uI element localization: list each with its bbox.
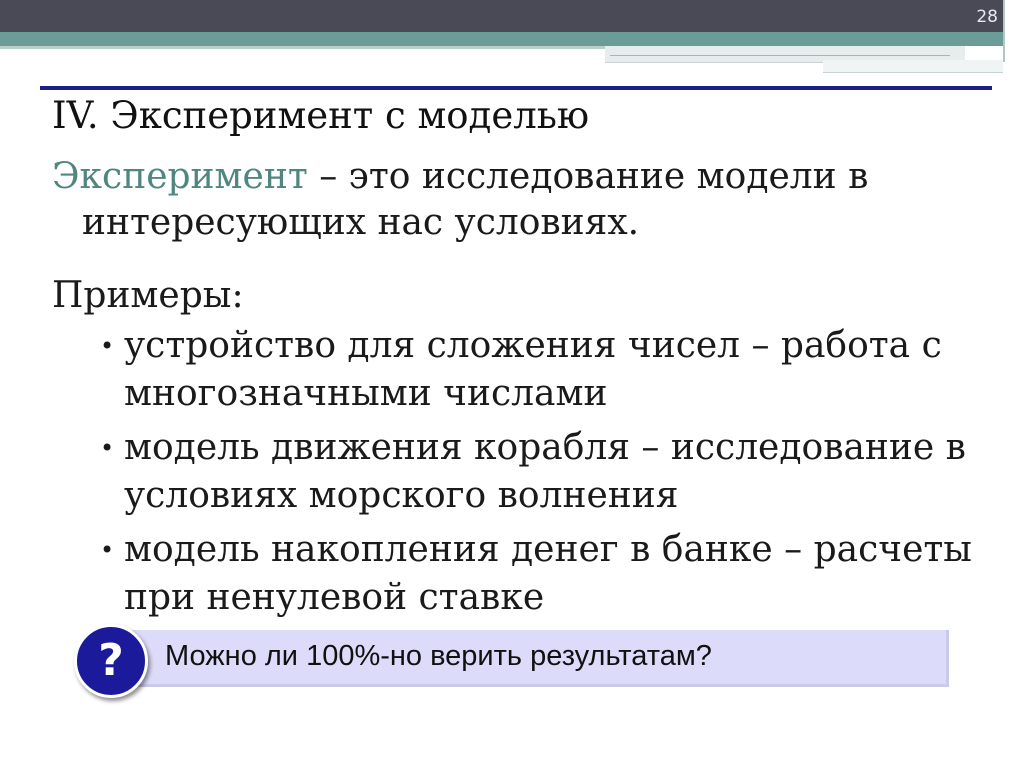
question-mark-icon: ? [74, 624, 148, 698]
page-number: 28 [976, 7, 998, 27]
definition-text-line2: интересующих нас условиях. [82, 202, 640, 243]
list-item-line1: устройство для сложения чисел – работа с [124, 325, 942, 366]
decor-line [610, 55, 950, 56]
bullet-icon: • [100, 332, 115, 360]
definition-text-line1: – это исследование модели в [307, 156, 869, 197]
bullet-icon: • [100, 536, 115, 564]
list-item-line1: модель накопления денег в банке – расчет… [124, 529, 972, 570]
title-rule [40, 86, 992, 90]
list-item: • модель движения корабля – исследование… [100, 424, 980, 520]
slide-title: IV. Эксперимент с моделью [52, 94, 590, 137]
question-text: Можно ли 100%-но верить результатам? [165, 640, 712, 672]
list-item-line1: модель движения корабля – исследование в [124, 427, 966, 468]
right-edge [1003, 0, 1024, 767]
decor-box-2 [823, 60, 1003, 73]
examples-list: • устройство для сложения чисел – работа… [100, 322, 980, 628]
top-teal-light-band [0, 46, 610, 49]
list-item-line2: при ненулевой ставке [124, 577, 545, 618]
top-bar [0, 0, 1024, 32]
definition-term: Эксперимент [52, 156, 308, 197]
list-item: • устройство для сложения чисел – работа… [100, 322, 980, 418]
slide: 28 IV. Эксперимент с моделью Эксперимент… [0, 0, 1024, 767]
list-item-line2: условиях морского волнения [124, 475, 679, 516]
examples-label: Примеры: [52, 275, 244, 316]
right-frame-line [1003, 0, 1005, 62]
bullet-icon: • [100, 434, 115, 462]
top-teal-band [0, 32, 1024, 46]
list-item: • модель накопления денег в банке – расч… [100, 526, 980, 622]
definition: Эксперимент – это исследование модели в … [52, 154, 952, 246]
list-item-line2: многозначными числами [124, 373, 608, 414]
